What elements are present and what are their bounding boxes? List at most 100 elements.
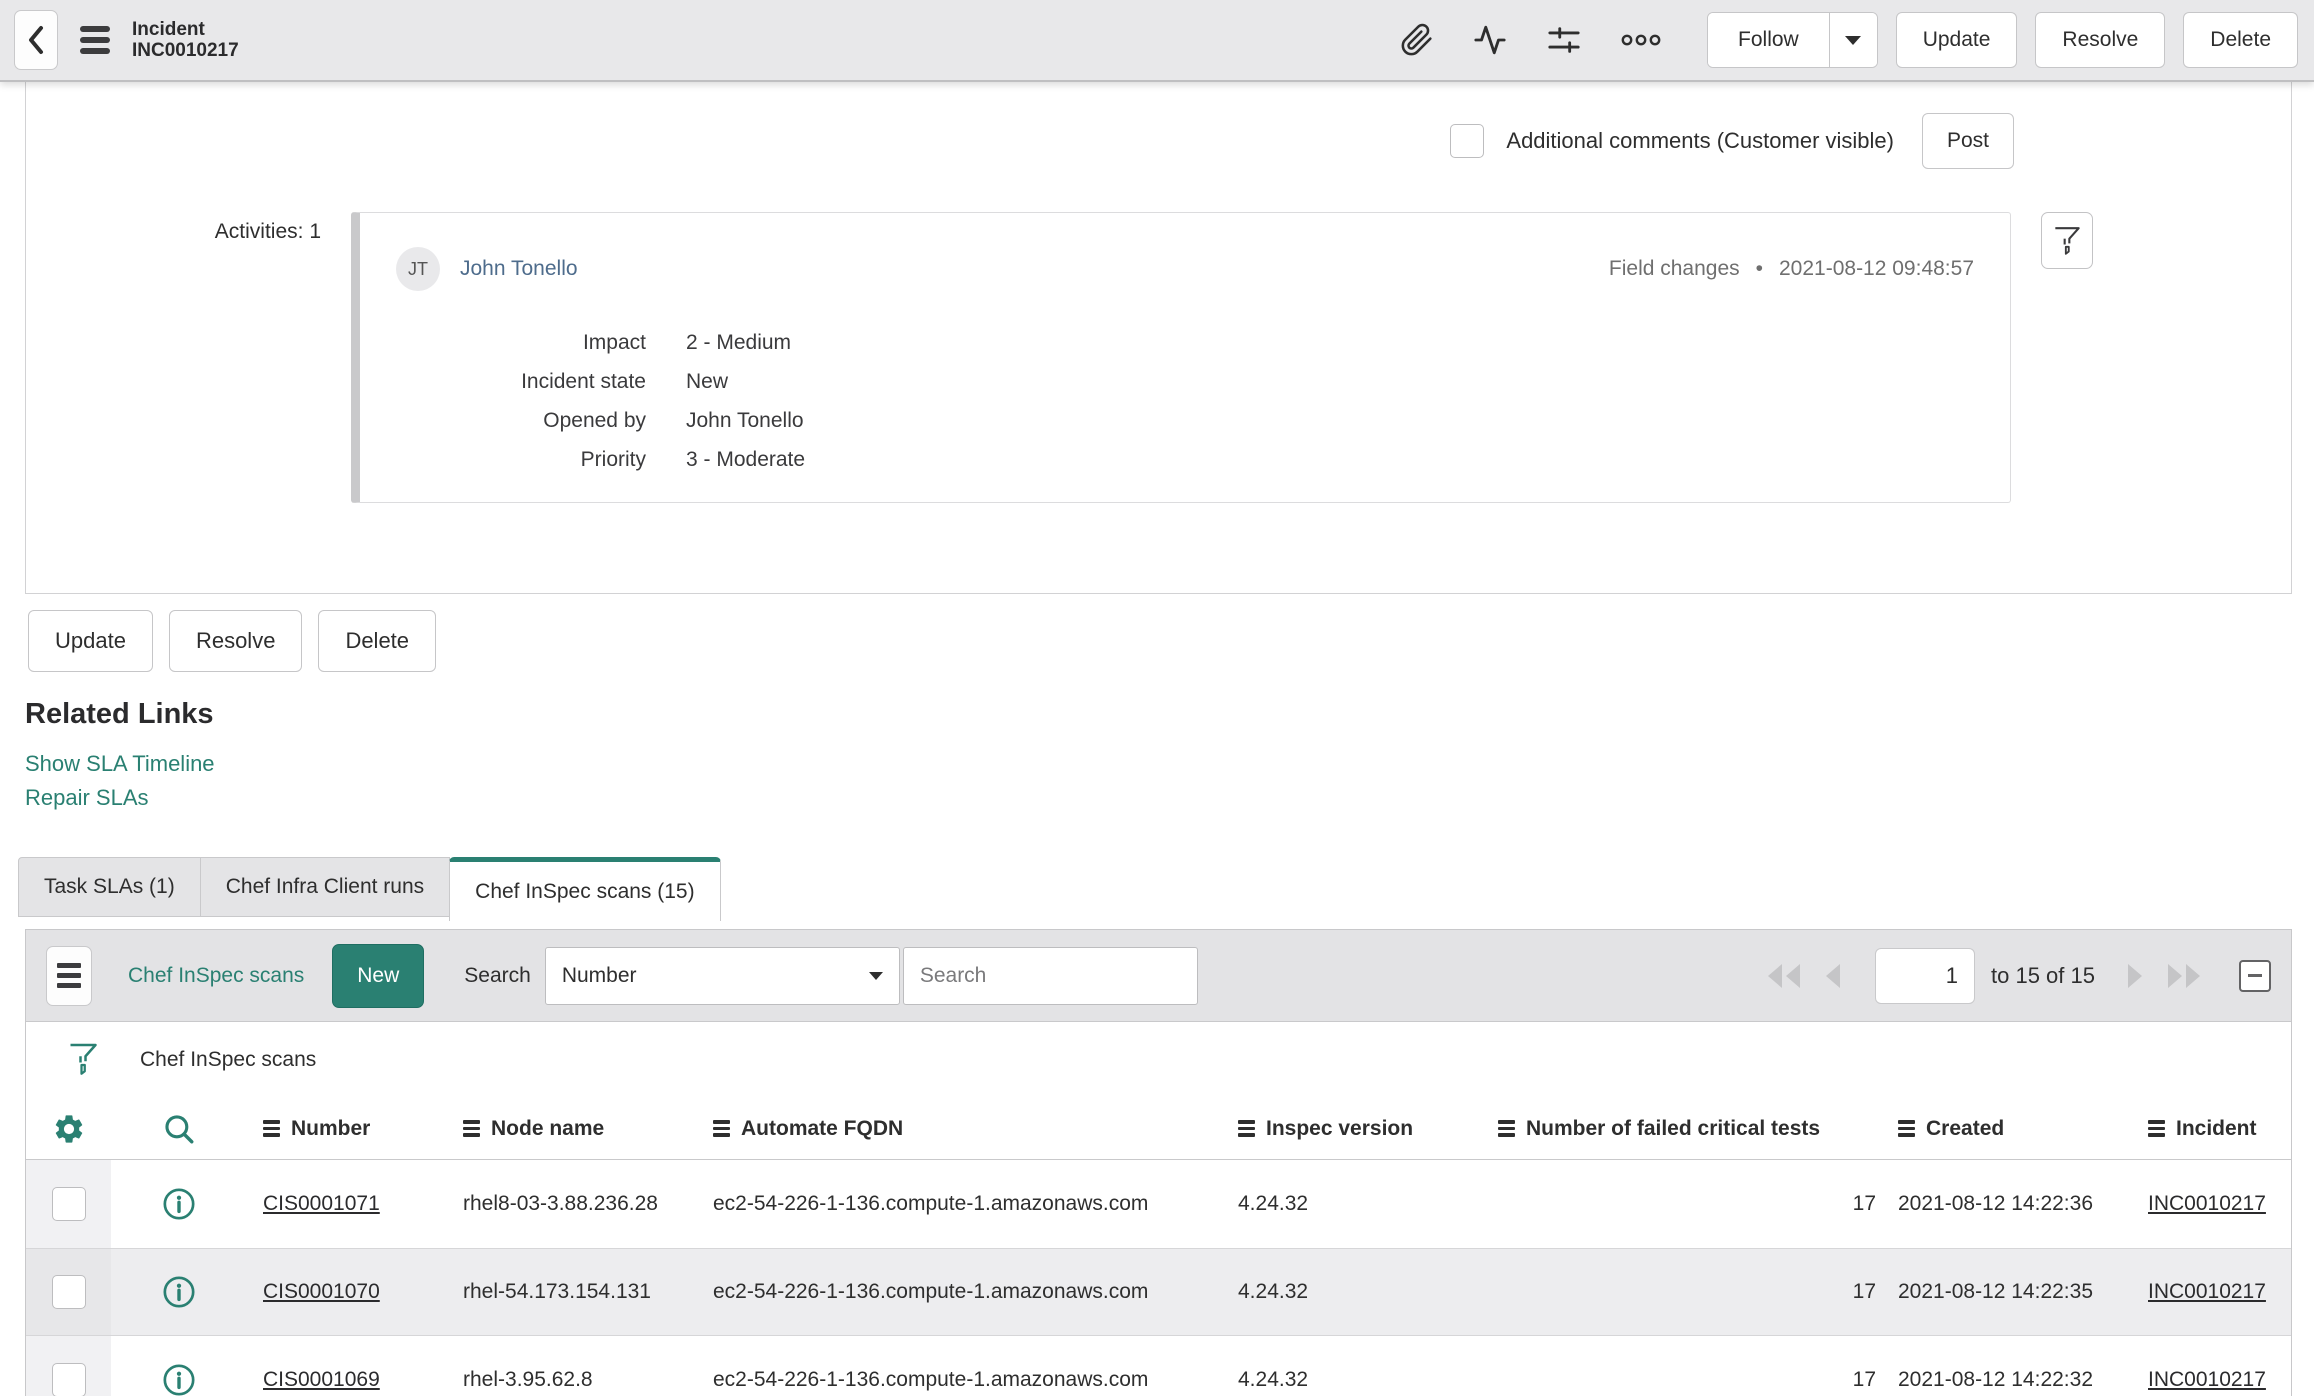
tab-chef-infra-client-runs[interactable]: Chef Infra Client runs — [200, 857, 451, 917]
row-checkbox[interactable] — [51, 1187, 86, 1221]
funnel-icon[interactable] — [68, 1042, 98, 1078]
record-header-bar: Incident INC0010217 Follow Update Resolv… — [0, 0, 2314, 82]
incident-link[interactable]: INC0010217 — [2148, 1368, 2266, 1391]
list-column-search-button[interactable] — [111, 1112, 246, 1146]
failed-critical-tests-cell: 17 — [1852, 1192, 1876, 1215]
search-icon — [162, 1112, 196, 1146]
column-header-number[interactable]: Number — [246, 1117, 451, 1141]
form-resolve-button[interactable]: Resolve — [168, 610, 303, 672]
follow-split-button: Follow — [1707, 12, 1878, 68]
follow-dropdown-button[interactable] — [1828, 13, 1877, 67]
created-cell: 2021-08-12 14:22:32 — [1898, 1368, 2093, 1391]
automate-fqdn-cell: ec2-54-226-1-136.compute-1.amazonaws.com — [713, 1192, 1149, 1215]
attachment-button[interactable] — [1400, 23, 1434, 57]
column-header-created[interactable]: Created — [1886, 1117, 2136, 1141]
page-start-input[interactable] — [1875, 947, 1976, 1004]
column-header-label: Inspec version — [1266, 1116, 1414, 1140]
column-menu-icon — [713, 1120, 730, 1137]
repair-slas-link[interactable]: Repair SLAs — [25, 785, 149, 811]
list-pagination: to 15 of 15 — [1755, 947, 2271, 1004]
info-icon[interactable] — [162, 1275, 196, 1309]
list-filter-row: Chef InSpec scans — [26, 1022, 2291, 1098]
info-icon[interactable] — [162, 1363, 196, 1396]
header-resolve-button[interactable]: Resolve — [2035, 12, 2166, 68]
chevron-left-icon — [26, 25, 46, 55]
first-page-button[interactable] — [1764, 963, 1804, 989]
more-options-button[interactable] — [1620, 32, 1662, 48]
field-change-value: 2 - Medium — [686, 331, 792, 354]
list-context-menu-button[interactable] — [46, 945, 92, 1006]
header-actions: Follow Update Resolve Delete — [1381, 12, 2298, 68]
tab-task-slas[interactable]: Task SLAs (1) — [18, 857, 201, 917]
post-button[interactable]: Post — [1921, 113, 2014, 169]
double-chevron-left-icon — [1764, 963, 1804, 989]
field-change-label: Priority — [580, 448, 646, 471]
column-header-inspec-version[interactable]: Inspec version — [1226, 1117, 1486, 1141]
created-cell: 2021-08-12 14:22:35 — [1898, 1280, 2093, 1303]
incident-link[interactable]: INC0010217 — [2148, 1192, 2266, 1215]
previous-page-button[interactable] — [1822, 963, 1842, 989]
list-filter-breadcrumb[interactable]: Chef InSpec scans — [140, 1048, 316, 1072]
back-button[interactable] — [14, 10, 58, 70]
gear-icon — [52, 1112, 86, 1146]
activity-entry-card: JT John Tonello Field changes • 2021-08-… — [351, 212, 2011, 503]
personalize-form-button[interactable] — [1546, 23, 1582, 57]
minus-icon — [2248, 974, 2262, 977]
node-name-cell: rhel-3.95.62.8 — [463, 1368, 593, 1391]
follow-button[interactable]: Follow — [1708, 13, 1829, 67]
activity-filter-button[interactable] — [2041, 212, 2093, 269]
list-settings-button[interactable] — [26, 1112, 111, 1146]
form-update-button[interactable]: Update — [28, 610, 153, 672]
column-menu-icon — [263, 1120, 280, 1137]
avatar: JT — [396, 247, 440, 291]
additional-comments-row: Additional comments (Customer visible) P… — [26, 112, 2291, 170]
info-icon[interactable] — [162, 1187, 196, 1221]
activity-author[interactable]: John Tonello — [460, 257, 578, 281]
incident-link[interactable]: INC0010217 — [2148, 1280, 2266, 1303]
scan-number-link[interactable]: CIS0001071 — [263, 1192, 380, 1215]
field-change-value: John Tonello — [686, 409, 804, 432]
column-header-incident[interactable]: Incident — [2136, 1117, 2291, 1141]
meta-separator: • — [1755, 257, 1763, 280]
scan-number-link[interactable]: CIS0001070 — [263, 1280, 380, 1303]
table-row: CIS0001069 rhel-3.95.62.8 ec2-54-226-1-1… — [26, 1336, 2291, 1396]
activity-meta: Field changes • 2021-08-12 09:48:57 — [1609, 257, 1974, 281]
pagination-range-label: to 15 of 15 — [1991, 962, 2095, 988]
show-sla-timeline-link[interactable]: Show SLA Timeline — [25, 751, 215, 777]
related-links-list: Show SLA Timeline Repair SLAs — [25, 751, 2314, 811]
field-change-label: Impact — [582, 331, 646, 354]
inspec-version-cell: 4.24.32 — [1238, 1368, 1309, 1391]
activities-row: Activities: 1 JT John Tonello Field chan… — [26, 212, 2291, 503]
last-page-button[interactable] — [2164, 963, 2204, 989]
collapse-list-button[interactable] — [2239, 959, 2271, 992]
column-menu-icon — [2148, 1120, 2165, 1137]
funnel-icon — [2053, 225, 2081, 257]
row-checkbox[interactable] — [51, 1275, 86, 1309]
header-delete-button[interactable]: Delete — [2183, 12, 2298, 68]
activities-count-label: Activities: 1 — [214, 220, 321, 243]
column-header-automate-fqdn[interactable]: Automate FQDN — [701, 1117, 1226, 1141]
next-page-button[interactable] — [2126, 963, 2146, 989]
field-changes-list: Impact 2 - Medium Incident state New Ope… — [396, 331, 1974, 472]
tab-chef-inspec-scans[interactable]: Chef InSpec scans (15) — [449, 857, 721, 921]
column-header-label: Automate FQDN — [741, 1116, 904, 1140]
additional-comments-checkbox[interactable] — [1450, 124, 1485, 158]
record-context-menu-icon[interactable] — [80, 26, 110, 54]
list-search-input[interactable] — [902, 946, 1198, 1005]
search-field-select[interactable]: Number — [544, 946, 900, 1005]
record-type-label: Incident — [132, 19, 205, 40]
column-header-failed-critical-tests[interactable]: Number of failed critical tests — [1486, 1117, 1886, 1141]
activity-stream-button[interactable] — [1472, 23, 1508, 57]
form-delete-button[interactable]: Delete — [318, 610, 437, 672]
column-header-node-name[interactable]: Node name — [451, 1117, 701, 1141]
row-checkbox[interactable] — [51, 1363, 86, 1396]
header-update-button[interactable]: Update — [1895, 12, 2018, 68]
related-links-title: Related Links — [25, 698, 214, 730]
failed-critical-tests-cell: 17 — [1852, 1280, 1876, 1303]
row-checkbox-cell — [26, 1160, 111, 1248]
list-header-row: Number Node name Automate FQDN Inspec ve… — [26, 1098, 2291, 1160]
chevron-right-icon — [2126, 963, 2146, 989]
scan-number-link[interactable]: CIS0001069 — [263, 1368, 380, 1391]
list-title[interactable]: Chef InSpec scans — [128, 964, 304, 988]
new-record-button[interactable]: New — [332, 943, 425, 1008]
